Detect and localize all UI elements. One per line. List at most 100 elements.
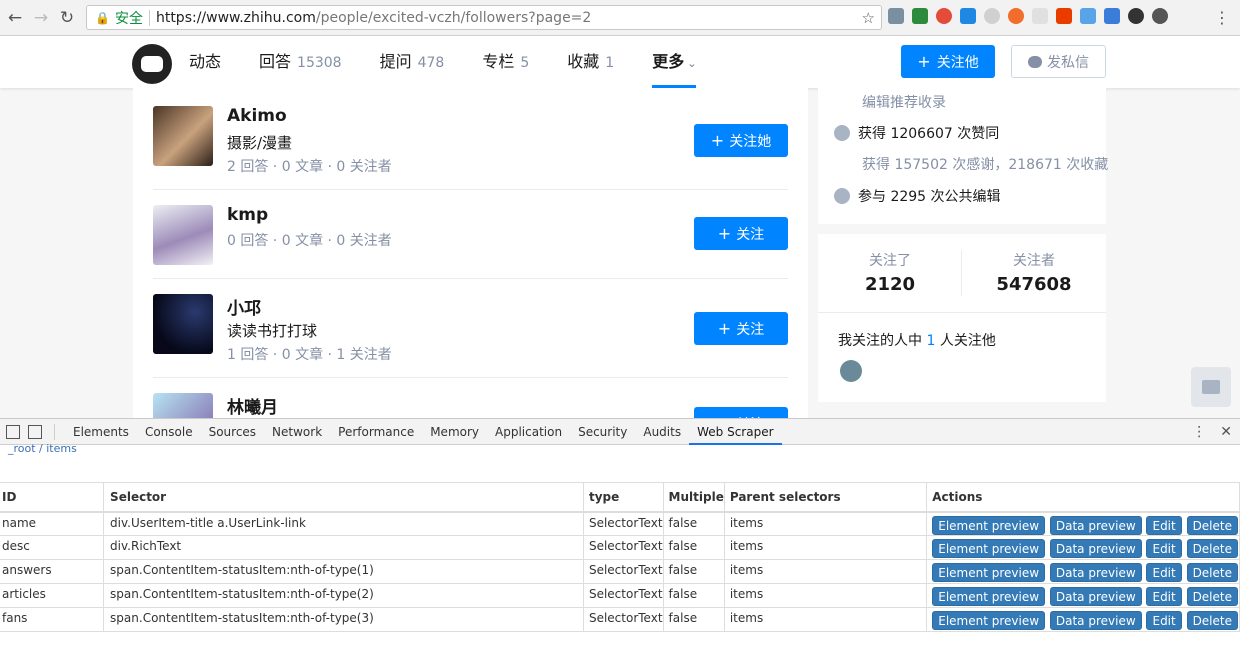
cell-type: SelectorText [583,607,664,632]
browser-menu-icon[interactable]: ⋮ [1214,8,1230,27]
element-preview-button[interactable]: Element preview [932,587,1046,606]
element-preview-button[interactable]: Element preview [932,563,1046,582]
edit-button[interactable]: Edit [1146,587,1182,606]
user-avatar[interactable] [153,393,213,418]
following-stat[interactable]: 关注了 2120 [818,234,962,312]
back-icon[interactable]: ← [2,5,28,31]
user-name[interactable]: 小邛 [227,294,261,319]
tab-activities[interactable]: 动态 [189,36,221,88]
extension-icon[interactable] [1056,8,1072,24]
more-options-icon[interactable]: ⋮ [1192,424,1206,440]
follow-user-label: 关注 [736,226,765,243]
extension-icon[interactable] [1080,8,1096,24]
data-preview-button[interactable]: Data preview [1049,611,1142,630]
table-row[interactable]: answers span.ContentItem-statusItem:nth-… [0,559,1240,584]
tab-sources[interactable]: Sources [201,419,264,445]
user-avatar[interactable] [153,294,213,354]
reload-icon[interactable]: ↻ [54,5,80,31]
edit-button[interactable]: Edit [1146,515,1182,535]
follow-user-button[interactable]: +关注 [694,407,788,418]
tab-memory[interactable]: Memory [422,419,487,445]
delete-button[interactable]: Delete [1186,563,1238,582]
element-preview-button[interactable]: Element preview [932,611,1046,630]
extension-icon[interactable] [984,8,1000,24]
message-button[interactable]: 发私信 [1011,45,1106,78]
message-label: 发私信 [1047,54,1089,71]
element-preview-button[interactable]: Element preview [932,515,1046,535]
follow-user-button[interactable]: + 关注她 [694,124,788,157]
delete-button[interactable]: Delete [1186,587,1238,606]
feedback-float-button[interactable] [1191,367,1231,407]
user-name[interactable]: kmp [227,205,268,225]
follow-user-button[interactable]: +关注 [694,217,788,250]
secure-label: 安全 [114,10,143,27]
table-row[interactable]: articles span.ContentItem-statusItem:nth… [0,583,1240,608]
follow-button[interactable]: + 关注他 [901,45,995,78]
edit-button[interactable]: Edit [1146,611,1182,630]
tab-elements[interactable]: Elements [65,419,137,445]
mutual-avatar[interactable] [840,360,862,382]
tab-columns[interactable]: 专栏 5 [482,36,529,88]
cell-selector: span.ContentItem-statusItem:nth-of-type(… [103,607,584,632]
tab-label: 动态 [189,52,222,71]
edit-button[interactable]: Edit [1146,563,1182,582]
tab-application[interactable]: Application [487,419,570,445]
url-base: https://www.zhihu.com [155,9,316,26]
user-avatar[interactable] [153,205,213,265]
extension-icon[interactable] [1008,8,1024,24]
address-bar[interactable]: 🔒 安全 https://www.zhihu.com/people/excite… [86,5,882,30]
cell-selector: span.ContentItem-statusItem:nth-of-type(… [103,583,584,608]
delete-button[interactable]: Delete [1186,611,1238,630]
edit-button[interactable]: Edit [1146,539,1182,558]
delete-button[interactable]: Delete [1186,515,1238,535]
user-avatar[interactable] [153,106,213,166]
tab-network[interactable]: Network [264,419,330,445]
inspect-icon[interactable] [6,424,20,439]
delete-button[interactable]: Delete [1186,539,1238,558]
close-icon[interactable]: ✕ [1220,424,1232,440]
extension-icon[interactable] [960,8,976,24]
tab-security[interactable]: Security [570,419,635,445]
data-preview-button[interactable]: Data preview [1049,539,1142,558]
devtools-controls: ⋮ ✕ [1192,419,1240,445]
tab-label: 更多 [652,52,685,71]
extension-icon[interactable] [912,8,928,24]
follow-user-label: 关注 [736,321,765,338]
user-name[interactable]: 林曦月 [227,393,278,418]
mutual-count[interactable]: 1 [926,333,935,349]
element-preview-button[interactable]: Element preview [932,539,1046,558]
follow-user-button[interactable]: +关注 [694,312,788,345]
tab-web-scraper[interactable]: Web Scraper [689,419,782,445]
table-row[interactable]: name div.UserItem-title a.UserLink-link … [0,511,1240,536]
breadcrumb[interactable]: _root / items [8,442,77,455]
extension-icon[interactable] [1032,8,1048,24]
device-toggle-icon[interactable] [28,424,42,439]
forward-icon[interactable]: → [28,5,54,31]
data-preview-button[interactable]: Data preview [1049,587,1142,606]
extension-icon[interactable] [1152,8,1168,24]
tab-collections[interactable]: 收藏 1 [567,36,614,88]
data-preview-button[interactable]: Data preview [1049,563,1142,582]
tab-more[interactable]: 更多 ⌄ [652,36,697,88]
bookmark-star-icon[interactable]: ☆ [862,9,875,27]
followers-stat[interactable]: 关注者 547608 [962,234,1106,312]
extension-icon[interactable] [1128,8,1144,24]
follow-label: 关注他 [936,54,979,71]
extension-icon[interactable] [888,8,904,24]
tab-performance[interactable]: Performance [330,419,422,445]
extension-icon[interactable] [936,8,952,24]
cell-actions: Element preview Data preview Edit Delete [926,607,1240,632]
cell-parent: items [724,511,928,536]
data-preview-button[interactable]: Data preview [1049,515,1142,535]
tab-audits[interactable]: Audits [635,419,689,445]
extension-icon[interactable] [1104,8,1120,24]
tab-questions[interactable]: 提问 478 [380,36,445,88]
table-row[interactable]: fans span.ContentItem-statusItem:nth-of-… [0,607,1240,632]
tab-console[interactable]: Console [137,419,201,445]
user-name[interactable]: Akimo [227,106,287,126]
edits-text: 参与 2295 次公共编辑 [858,189,1001,205]
tab-answers[interactable]: 回答 15308 [259,36,342,88]
table-row[interactable]: desc div.RichText SelectorText false ite… [0,535,1240,560]
profile-avatar[interactable] [132,44,172,84]
omnibox-separator [148,9,150,26]
